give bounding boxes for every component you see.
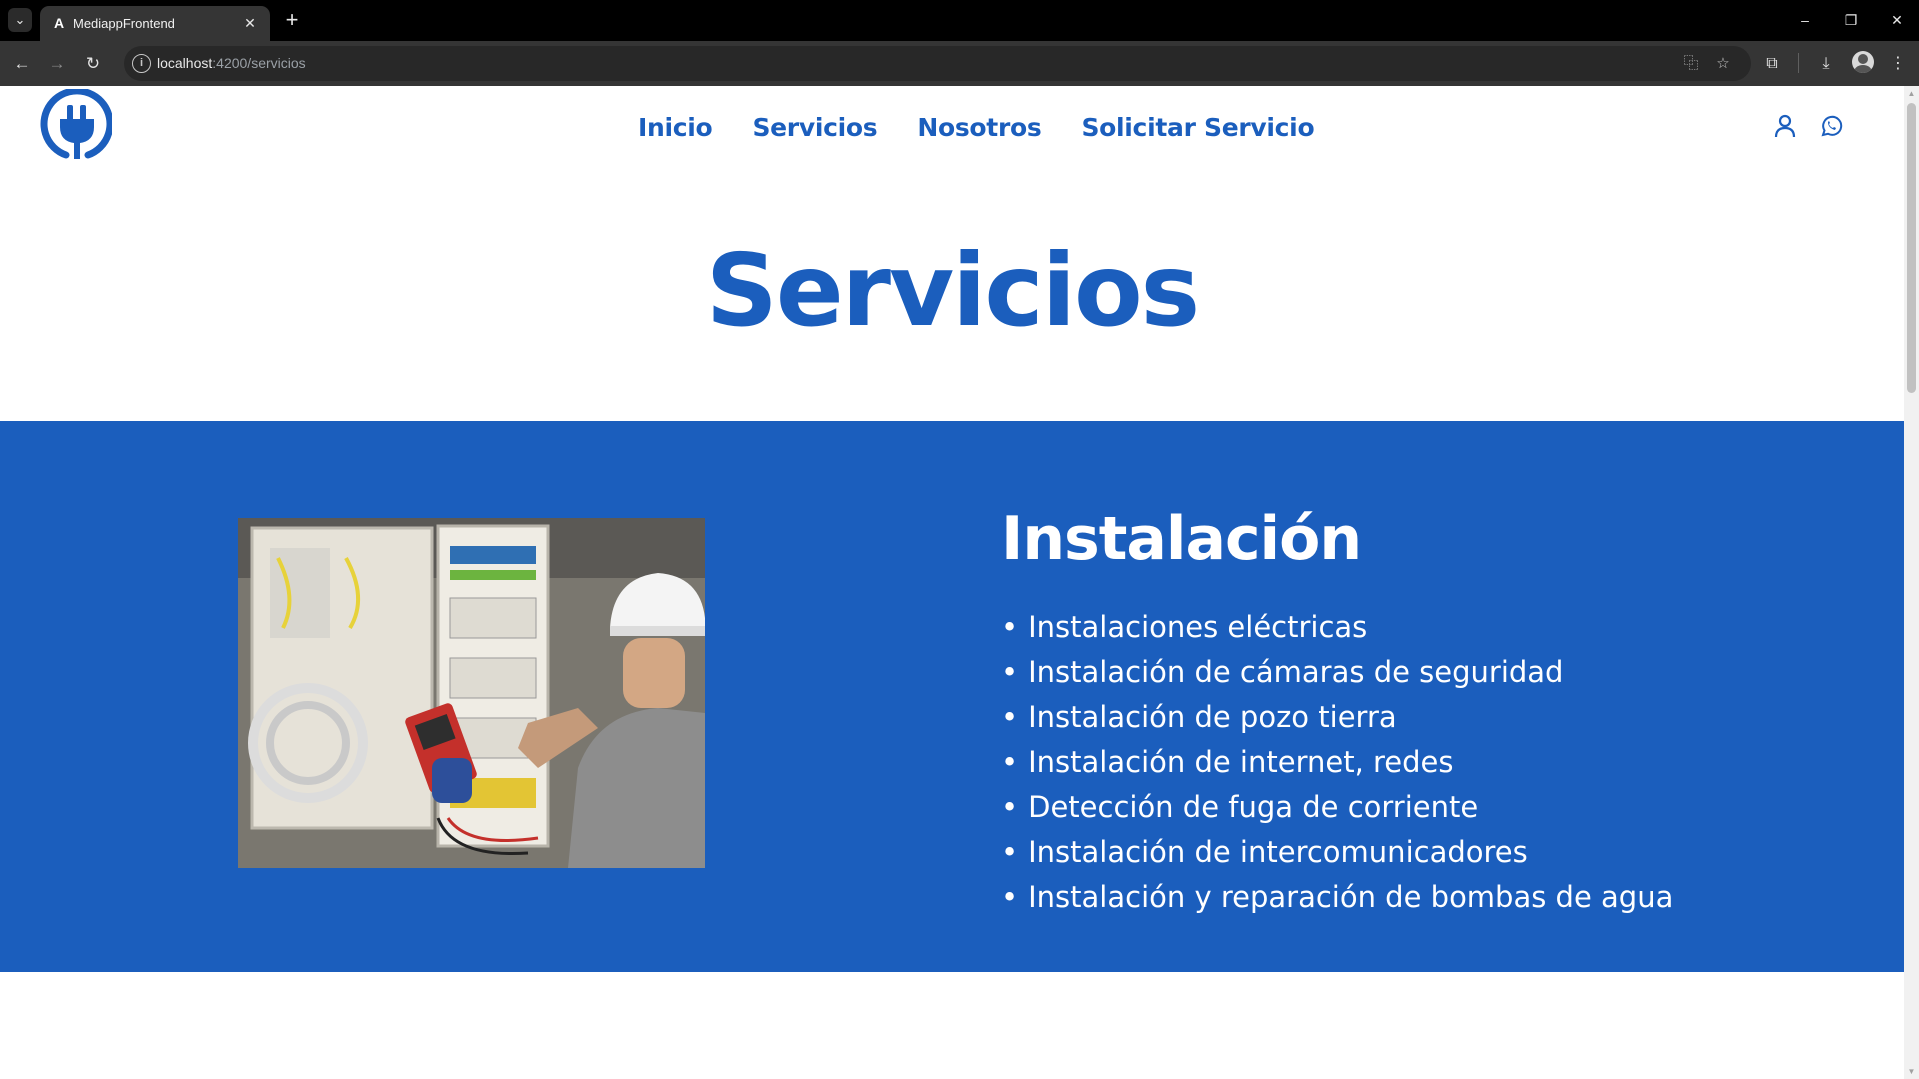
- service-heading: Instalación: [1001, 504, 1362, 574]
- nav-link-inicio[interactable]: Inicio: [638, 110, 713, 146]
- address-bar[interactable]: i localhost:4200/servicios ⿻ ☆: [124, 46, 1751, 81]
- list-item: • Instalaciones eléctricas: [1001, 610, 1368, 644]
- tab-search-chevron-icon[interactable]: ⌄: [8, 8, 32, 32]
- site-info-icon[interactable]: i: [132, 54, 151, 73]
- extensions-puzzle-icon[interactable]: ⧉: [1759, 51, 1785, 77]
- page-title: Servicios: [705, 232, 1200, 349]
- url-text[interactable]: localhost:4200/servicios: [157, 55, 306, 71]
- list-item: • Instalación y reparación de bombas de a…: [1001, 880, 1674, 914]
- minimize-icon[interactable]: –: [1790, 8, 1820, 32]
- browser-toolbar: ← → ↻ i localhost:4200/servicios ⿻ ☆ ⧉ ⤓…: [0, 41, 1919, 86]
- bullet-icon: •: [1001, 880, 1019, 914]
- page-viewport: Inicio Servicios Nosotros Solicitar Serv…: [0, 86, 1904, 1079]
- bullet-icon: •: [1001, 745, 1019, 779]
- restore-icon[interactable]: ❐: [1836, 8, 1866, 32]
- page-scrollbar[interactable]: ▲ ▼: [1904, 86, 1919, 1079]
- download-icon[interactable]: ⤓: [1813, 51, 1839, 77]
- service-section-instalacion: Instalación • Instalaciones eléctricas • I…: [0, 421, 1904, 972]
- list-item: • Instalación de pozo tierra: [1001, 700, 1397, 734]
- bullet-icon: •: [1001, 610, 1019, 644]
- scroll-up-arrow-icon[interactable]: ▲: [1907, 89, 1916, 98]
- toolbar-divider: [1798, 53, 1799, 73]
- browser-tab-bar: ⌄ A MediappFrontend ✕ + – ❐ ✕: [0, 0, 1919, 41]
- reload-icon[interactable]: ↻: [80, 51, 106, 77]
- service-items-list: • Instalaciones eléctricas • Instalación d…: [1001, 605, 1673, 920]
- user-icon[interactable]: [1772, 113, 1798, 139]
- scrollbar-thumb[interactable]: [1907, 103, 1916, 393]
- list-item: • Instalación de intercomunicadores: [1001, 835, 1528, 869]
- list-item: • Detección de fuga de corriente: [1001, 790, 1479, 824]
- window-close-icon[interactable]: ✕: [1882, 8, 1912, 32]
- bullet-icon: •: [1001, 835, 1019, 869]
- profile-avatar-icon[interactable]: [1852, 51, 1874, 73]
- browser-tab[interactable]: A MediappFrontend ✕: [40, 6, 270, 41]
- bullet-icon: •: [1001, 790, 1019, 824]
- tab-close-icon[interactable]: ✕: [240, 13, 260, 33]
- nav-link-solicitar-servicio[interactable]: Solicitar Servicio: [1081, 110, 1314, 146]
- bullet-icon: •: [1001, 700, 1019, 734]
- plug-logo-icon[interactable]: [38, 89, 112, 163]
- main-navigation: Inicio Servicios Nosotros Solicitar Serv…: [638, 110, 1354, 146]
- nav-link-servicios[interactable]: Servicios: [752, 110, 877, 146]
- electrician-photo: [238, 518, 705, 868]
- bullet-icon: •: [1001, 655, 1019, 689]
- forward-arrow-icon[interactable]: →: [44, 51, 70, 77]
- bookmark-star-icon[interactable]: ☆: [1713, 54, 1733, 74]
- tab-title: MediappFrontend: [73, 16, 175, 31]
- menu-kebab-icon[interactable]: ⋮: [1885, 51, 1911, 77]
- list-item: • Instalación de internet, redes: [1001, 745, 1454, 779]
- whatsapp-icon[interactable]: [1818, 113, 1844, 139]
- list-item: • Instalación de cámaras de seguridad: [1001, 655, 1564, 689]
- translate-icon[interactable]: ⿻: [1681, 54, 1701, 74]
- back-arrow-icon[interactable]: ←: [9, 51, 35, 77]
- angular-favicon-icon: A: [53, 15, 65, 31]
- site-header: Inicio Servicios Nosotros Solicitar Serv…: [0, 86, 1904, 166]
- new-tab-plus-icon[interactable]: +: [280, 9, 304, 33]
- nav-link-nosotros[interactable]: Nosotros: [917, 110, 1041, 146]
- scroll-down-arrow-icon[interactable]: ▼: [1907, 1067, 1916, 1076]
